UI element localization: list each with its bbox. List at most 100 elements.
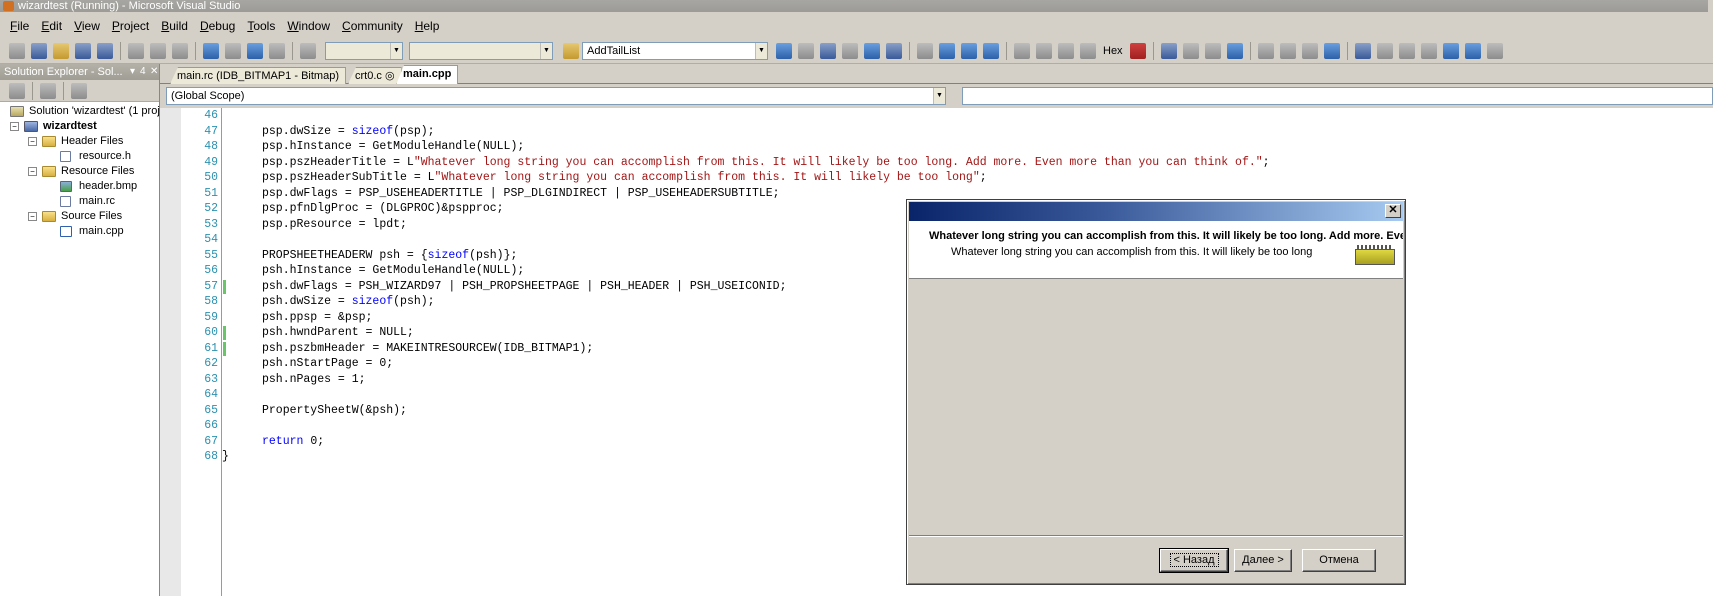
dialog-title-bar[interactable]: ✕ (909, 202, 1403, 221)
tree-item[interactable]: − Source Files (0, 209, 159, 224)
tree-item[interactable]: − Resource Files (0, 164, 159, 179)
tree-item[interactable]: − wizardtest (0, 119, 159, 134)
next-bookmark-folder-icon[interactable] (1442, 42, 1459, 59)
scope-dropdown[interactable]: (Global Scope) ▼ (166, 87, 946, 105)
tree-item[interactable]: header.bmp (0, 179, 159, 194)
tab-main-rc[interactable]: main.rc (IDB_BITMAP1 - Bitmap) (170, 67, 346, 84)
visual-studio-window: wizardtest (Running) - Microsoft Visual … (0, 0, 1713, 596)
collapse-icon[interactable]: − (28, 212, 37, 221)
code-line[interactable]: 50 psp.pszHeaderSubTitle = L"Whatever lon… (160, 170, 1713, 186)
auto-hide-pin-icon[interactable]: 4 (140, 64, 146, 80)
show-all-files-icon[interactable] (40, 82, 56, 99)
find-combo[interactable]: AddTailList ▼ (582, 41, 768, 60)
text-editor-icon[interactable] (1160, 42, 1177, 59)
tab-crt0-c[interactable]: crt0.c ◎ (348, 67, 402, 84)
restart-icon[interactable] (983, 42, 999, 59)
step-into-icon[interactable] (1036, 42, 1052, 59)
next-button[interactable]: Далее > (1234, 549, 1292, 572)
properties-icon[interactable] (798, 42, 814, 59)
menu-community[interactable]: Community (342, 19, 403, 33)
collapse-icon[interactable]: − (10, 122, 19, 131)
tree-item[interactable]: Solution 'wizardtest' (1 projec (0, 104, 171, 119)
properties-icon[interactable] (9, 82, 25, 99)
continue-icon[interactable] (917, 42, 933, 59)
clear-bookmarks-icon[interactable] (1464, 42, 1481, 59)
menu-project[interactable]: Project (112, 19, 149, 33)
toolbox-icon[interactable] (842, 42, 858, 59)
tree-item[interactable]: resource.h (0, 149, 159, 164)
save-all-icon[interactable] (97, 42, 113, 59)
add-item-icon[interactable] (31, 42, 47, 59)
navigate-forward-icon[interactable] (269, 42, 285, 59)
chevron-down-icon[interactable]: ▼ (540, 42, 552, 59)
refresh-icon[interactable] (71, 82, 87, 99)
show-next-statement-icon[interactable] (1014, 42, 1030, 59)
code-line[interactable]: 47 psp.dwSize = sizeof(psp); (160, 124, 1713, 140)
window-icon[interactable] (886, 42, 902, 59)
paste-icon[interactable] (172, 42, 188, 59)
menu-debug[interactable]: Debug (200, 19, 235, 33)
open-file-icon[interactable] (53, 42, 69, 59)
close-button[interactable]: ✕ (1385, 204, 1401, 218)
tree-item[interactable]: main.cpp (0, 224, 159, 239)
menu-window[interactable]: Window (287, 19, 330, 33)
prev-bookmark-icon[interactable] (1376, 42, 1393, 59)
menu-file[interactable]: File (10, 19, 29, 33)
toolbar-options-icon[interactable] (1486, 42, 1503, 59)
pin-icon[interactable]: ◎ (385, 70, 395, 82)
step-over-icon[interactable] (1058, 42, 1074, 59)
code-line[interactable]: 49 psp.pszHeaderTitle = L"Whatever long s… (160, 155, 1713, 171)
members-dropdown[interactable] (962, 87, 1713, 105)
start-page-icon[interactable] (864, 42, 880, 59)
menu-tools[interactable]: Tools (247, 19, 275, 33)
close-icon[interactable]: ✕ (150, 64, 158, 80)
member-list-icon[interactable] (1182, 42, 1199, 59)
parameter-info-icon[interactable] (1204, 42, 1221, 59)
solution-explorer-icon[interactable] (776, 42, 792, 59)
window-position-icon[interactable]: ▾ (130, 64, 135, 80)
stop-debugging-icon[interactable] (961, 42, 977, 59)
cancel-button[interactable]: Отмена (1302, 549, 1376, 572)
solution-configuration-combo[interactable]: ▼ (325, 41, 403, 60)
chevron-down-icon[interactable]: ▼ (755, 42, 767, 59)
word-completion-icon[interactable] (1226, 42, 1243, 59)
decrease-indent-icon[interactable] (1257, 42, 1274, 59)
code-line[interactable]: 46 (160, 108, 1713, 124)
vertical-scrollbar[interactable] (1708, 0, 1713, 30)
object-browser-icon[interactable] (820, 42, 836, 59)
chevron-down-icon[interactable]: ▼ (933, 88, 945, 104)
increase-indent-icon[interactable] (1279, 42, 1296, 59)
collapse-icon[interactable]: − (28, 137, 37, 146)
bookmark-icon[interactable] (1354, 42, 1371, 59)
menu-view[interactable]: View (74, 19, 100, 33)
menu-edit[interactable]: Edit (41, 19, 62, 33)
collapse-icon[interactable]: − (28, 167, 37, 176)
undo-icon[interactable] (203, 42, 219, 59)
start-debugging-icon[interactable] (300, 42, 316, 59)
new-project-icon[interactable] (9, 42, 25, 59)
hex-toggle[interactable]: Hex (1103, 45, 1123, 57)
uncomment-icon[interactable] (1323, 42, 1340, 59)
solution-platform-combo[interactable]: ▼ (409, 41, 553, 60)
breakpoints-icon[interactable] (1129, 42, 1146, 59)
menu-build[interactable]: Build (161, 19, 188, 33)
copy-icon[interactable] (150, 42, 166, 59)
chevron-down-icon[interactable]: ▼ (390, 42, 402, 59)
back-button[interactable]: < Назад (1159, 548, 1229, 573)
tree-item[interactable]: main.rc (0, 194, 159, 209)
navigate-backward-icon[interactable] (247, 42, 263, 59)
next-bookmark-icon[interactable] (1398, 42, 1415, 59)
cut-icon[interactable] (128, 42, 144, 59)
redo-icon[interactable] (225, 42, 241, 59)
tree-item[interactable]: − Header Files (0, 134, 159, 149)
prev-bookmark-folder-icon[interactable] (1420, 42, 1437, 59)
step-out-icon[interactable] (1080, 42, 1096, 59)
tab-main-cpp[interactable]: main.cpp (396, 65, 459, 85)
code-text: PropertySheetW(&psh); (262, 403, 407, 419)
menu-help[interactable]: Help (415, 19, 440, 33)
break-all-icon[interactable] (939, 42, 955, 59)
find-in-files-icon[interactable] (563, 42, 579, 59)
save-icon[interactable] (75, 42, 91, 59)
comment-out-icon[interactable] (1301, 42, 1318, 59)
code-line[interactable]: 48 psp.hInstance = GetModuleHandle(NULL); (160, 139, 1713, 155)
